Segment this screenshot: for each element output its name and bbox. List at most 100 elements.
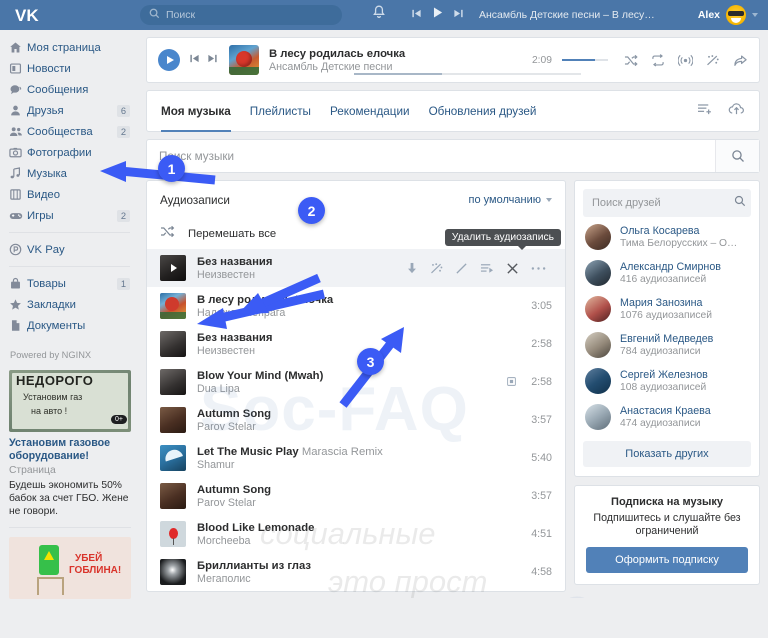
table-row[interactable]: Blood Like Lemonade Morcheeba 4:51 <box>147 515 565 553</box>
friend-name[interactable]: Александр Смирнов <box>620 261 721 273</box>
avatar[interactable] <box>585 368 611 394</box>
track-title: Autumn Song <box>197 407 272 420</box>
friend-name[interactable]: Ольга Косарева <box>620 225 737 237</box>
friend-name[interactable]: Евгений Медведев <box>620 333 713 345</box>
prev-icon[interactable] <box>411 6 422 24</box>
list-item[interactable]: Александр Смирнов 416 аудиозаписей <box>575 255 759 291</box>
sidebar-item-news[interactable]: Новости <box>0 58 140 79</box>
friend-name[interactable]: Анастасия Краева <box>620 405 711 417</box>
friend-name[interactable]: Мария Занозина <box>620 297 712 309</box>
user-menu[interactable]: Alex <box>698 0 758 30</box>
player-play-button[interactable] <box>158 49 180 71</box>
track-cover[interactable] <box>160 445 186 471</box>
vk-logo[interactable]: VK <box>0 6 58 24</box>
close-icon[interactable] <box>506 262 519 275</box>
sidebar-ad-block[interactable]: НЕДОРОГО Установим газ на авто ! 0+ Уста… <box>0 360 140 599</box>
more-icon[interactable] <box>531 266 546 271</box>
track-cover[interactable] <box>160 483 186 509</box>
table-row[interactable]: Blow Your Mind (Mwah) Dua Lipa 2:58 <box>147 363 565 401</box>
avatar[interactable] <box>726 5 746 25</box>
track-cover[interactable] <box>160 521 186 547</box>
list-item[interactable]: Евгений Медведев 784 аудиозаписи <box>575 327 759 363</box>
tab-playlists[interactable]: Плейлисты <box>250 90 311 132</box>
track-cover[interactable] <box>160 559 186 585</box>
ad-banner-image-2[interactable]: УБЕЙ ГОБЛИНА! <box>9 537 131 599</box>
player-prev-button[interactable] <box>189 51 200 69</box>
sidebar-item-friends[interactable]: Друзья 6 <box>0 100 140 121</box>
sidebar-item-documents[interactable]: Документы <box>0 315 140 336</box>
edit-icon[interactable] <box>455 262 468 275</box>
list-item[interactable]: Сергей Железнов 108 аудиозаписей <box>575 363 759 399</box>
share-icon[interactable] <box>733 54 748 67</box>
list-item[interactable]: Ольга Косарева Тима Белорусских – О… <box>575 219 759 255</box>
avatar[interactable] <box>585 296 611 322</box>
sidebar-item-music[interactable]: Музыка <box>0 163 140 184</box>
broadcast-icon[interactable] <box>678 54 693 67</box>
avatar[interactable] <box>585 332 611 358</box>
track-cover[interactable] <box>160 255 186 281</box>
track-cover[interactable] <box>160 331 186 357</box>
avatar[interactable] <box>585 224 611 250</box>
ad-banner-text-3: на авто ! <box>31 406 68 416</box>
friends-search-input[interactable] <box>592 197 734 209</box>
track-cover[interactable] <box>160 293 186 319</box>
upload-icon[interactable] <box>728 102 745 121</box>
chevron-down-icon[interactable] <box>752 13 758 17</box>
volume-slider[interactable] <box>562 59 608 61</box>
global-search-input[interactable] <box>166 9 333 21</box>
add-to-playlist-icon[interactable] <box>480 262 494 275</box>
topbar-mini-player[interactable]: Ансамбль Детские песни – В лесу… <box>411 6 655 24</box>
play-icon[interactable] <box>431 6 444 24</box>
sidebar-item-messages[interactable]: Сообщения <box>0 79 140 100</box>
table-row[interactable]: Autumn Song Parov Stelar 3:57 <box>147 401 565 439</box>
sidebar-item-goods[interactable]: Товары 1 <box>0 273 140 294</box>
avatar[interactable] <box>585 260 611 286</box>
next-icon[interactable] <box>453 6 464 24</box>
add-playlist-icon[interactable] <box>697 102 713 121</box>
sidebar-item-photos[interactable]: Фотографии <box>0 142 140 163</box>
list-item[interactable]: Мария Занозина 1076 аудиозаписей <box>575 291 759 327</box>
download-icon[interactable] <box>406 262 418 275</box>
sidebar-badge-count: 1 <box>116 277 130 290</box>
tab-my-music[interactable]: Моя музыка <box>161 90 231 132</box>
sidebar-item-bookmarks[interactable]: Закладки <box>0 294 140 315</box>
sidebar-item-groups[interactable]: Сообщества 2 <box>0 121 140 142</box>
table-row[interactable]: В лесу родилась ёлочка Надежда Чепрага 3… <box>147 287 565 325</box>
repeat-icon[interactable] <box>651 53 665 67</box>
ad-title[interactable]: Установим газовое оборудование! <box>9 437 131 463</box>
music-search-button[interactable] <box>715 140 759 172</box>
sidebar-label: Документы <box>27 319 86 332</box>
tab-friends-updates[interactable]: Обновления друзей <box>429 90 537 132</box>
sidebar-item-vkpay[interactable]: VK Pay <box>0 239 140 260</box>
track-cover[interactable] <box>160 407 186 433</box>
search-icon[interactable] <box>734 194 746 212</box>
sidebar-item-games[interactable]: Игры 2 <box>0 205 140 226</box>
avatar[interactable] <box>585 404 611 430</box>
table-row[interactable]: Удалить аудиозапись Без названия Неизвес… <box>147 229 565 287</box>
audio-list-card: Аудиозаписи по умолчанию Перемешать все <box>146 180 566 592</box>
sidebar-item-my-page[interactable]: Моя страница <box>0 37 140 58</box>
list-item[interactable]: Анастасия Краева 474 аудиозаписи <box>575 399 759 435</box>
table-row[interactable]: Без названия Неизвестен 2:58 <box>147 325 565 363</box>
player-progress-bar[interactable] <box>354 73 581 75</box>
global-search[interactable] <box>140 5 342 25</box>
table-row[interactable]: Autumn Song Parov Stelar 3:57 <box>147 477 565 515</box>
equalizer-icon[interactable] <box>706 54 720 67</box>
show-more-friends-button[interactable]: Показать других <box>583 441 751 467</box>
tab-recommendations[interactable]: Рекомендации <box>330 90 410 132</box>
sort-dropdown[interactable]: по умолчанию <box>469 194 552 206</box>
ad-banner-image[interactable]: НЕДОРОГО Установим газ на авто ! 0+ <box>9 370 131 432</box>
table-row[interactable]: Бриллианты из глаз Мегаполис 4:58 <box>147 553 565 591</box>
friends-search[interactable] <box>583 189 751 217</box>
equalizer-icon[interactable] <box>430 262 443 275</box>
table-row[interactable]: Let The Music Play Marascia Remix Shamur… <box>147 439 565 477</box>
friend-name[interactable]: Сергей Железнов <box>620 369 708 381</box>
shuffle-icon[interactable] <box>624 54 638 67</box>
sidebar-item-video[interactable]: Видео <box>0 184 140 205</box>
subscribe-button[interactable]: Оформить подписку <box>586 547 748 573</box>
player-next-button[interactable] <box>207 51 218 69</box>
track-cover[interactable] <box>160 369 186 395</box>
notifications-bell-icon[interactable] <box>372 5 386 25</box>
music-search-input[interactable] <box>147 149 715 163</box>
now-playing-label: Ансамбль Детские песни – В лесу… <box>479 9 655 21</box>
